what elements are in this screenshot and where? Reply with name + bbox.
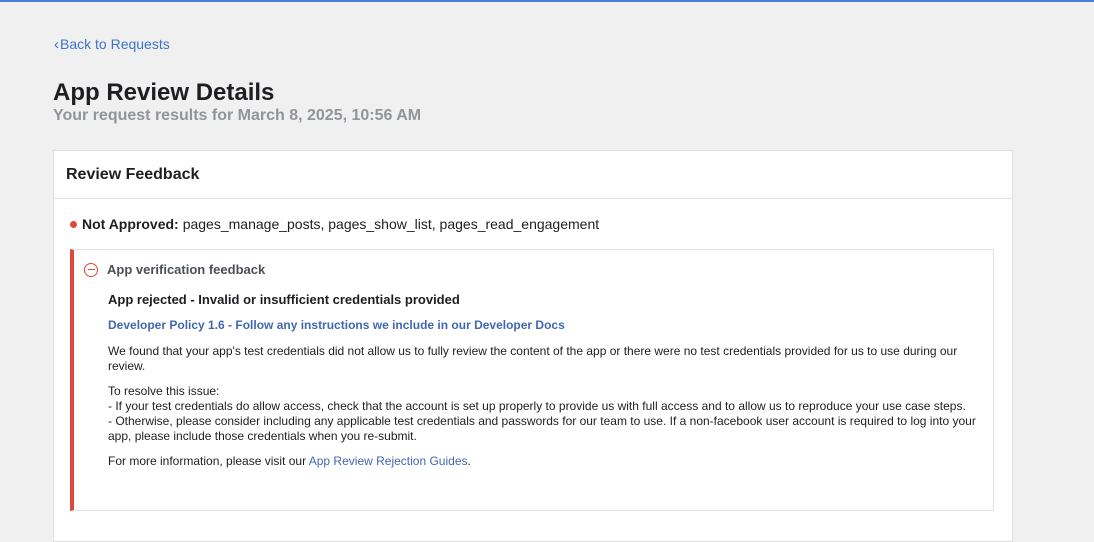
card-header: Review Feedback [54,151,1012,199]
rejection-guides-link[interactable]: App Review Rejection Guides [309,454,468,468]
explanation-text: We found that your app's test credential… [108,344,958,373]
page-title: App Review Details [53,79,275,106]
resolve-text: To resolve this issue: - If your test cr… [108,384,976,443]
permissions-list: pages_manage_posts, pages_show_list, pag… [182,216,600,232]
policy-link[interactable]: Developer Policy 1.6 - Follow any instru… [108,318,988,333]
more-info-text: For more information, please visit our A… [108,454,988,469]
feedback-section-title: App verification feedback [107,262,266,277]
feedback-body: App rejected - Invalid or insufficient c… [108,292,988,469]
collapse-minus-icon[interactable] [84,262,98,277]
status-dot-icon [70,220,77,228]
more-info-prefix: For more information, please visit our [108,454,309,468]
feedback-header[interactable]: App verification feedback [84,262,265,277]
back-to-requests-link[interactable]: ‹ Back to Requests [54,36,170,52]
status-line: Not Approved: pages_manage_posts, pages_… [70,216,599,232]
review-feedback-card: Review Feedback Not Approved: pages_mana… [53,150,1013,542]
more-info-suffix: . [467,454,471,468]
feedback-box: App verification feedback App rejected -… [70,249,994,511]
page-subtitle: Your request results for March 8, 2025, … [53,107,422,124]
rejection-title: App rejected - Invalid or insufficient c… [108,292,460,307]
back-link-label: Back to Requests [60,36,170,52]
top-accent-line [0,0,1094,2]
status-label: Not Approved: [82,216,179,232]
chevron-left-icon: ‹ [54,35,59,53]
